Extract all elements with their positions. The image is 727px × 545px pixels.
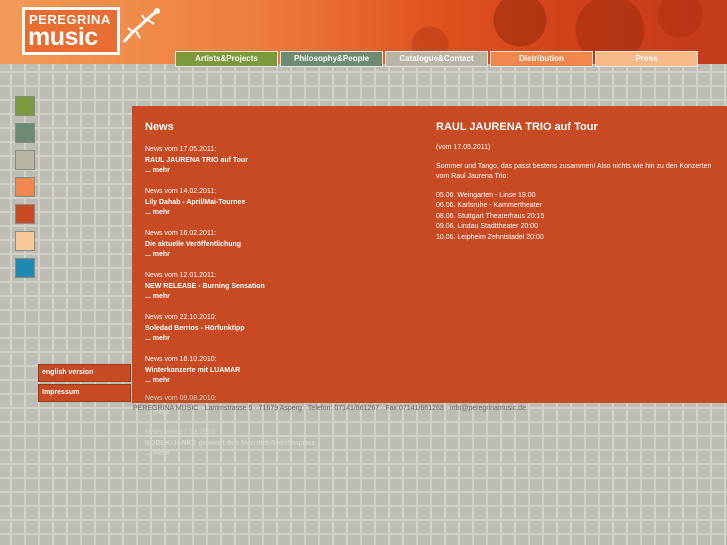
news-title-link[interactable]: Soledad Berrios - Hörfunktipp: [145, 324, 405, 335]
news-overflow: News vom 09.08.2010: ... mehr News vom 1…: [145, 394, 405, 460]
news-title-link[interactable]: Winterkonzerte mit LUAMAR: [145, 366, 405, 377]
swatch-orange[interactable]: [15, 177, 35, 197]
news-date: News vom 17.05.2011:: [145, 146, 217, 153]
news-date: News vom 16.02.2011:: [145, 230, 217, 237]
swatch-grey-green[interactable]: [15, 123, 35, 143]
news-title-link[interactable]: RAUL JAURENA TRIO auf Tour: [145, 156, 405, 167]
english-version-link[interactable]: english version: [38, 364, 131, 382]
tour-date: 09.06. Lindau Stadttheater 20:00: [436, 223, 538, 230]
nav-tab-press[interactable]: Press: [595, 51, 698, 67]
news-item: News vom 16.02.2011: Die aktuelle Veröff…: [145, 229, 405, 271]
news-item: News vom 17.05.2011: RAUL JAURENA TRIO a…: [145, 145, 405, 187]
lizard-icon: [122, 8, 160, 43]
nav-tab-philosophy[interactable]: Philosophy&People: [280, 51, 383, 67]
news-item: News vom 12.01.2011: NEW RELEASE - Burni…: [145, 271, 405, 313]
news-more-link[interactable]: ... mehr: [145, 166, 405, 177]
news-more-link[interactable]: ... mehr: [145, 250, 405, 261]
news-date: News vom 22.10.2010:: [145, 314, 217, 321]
news-heading: News: [145, 121, 174, 133]
news-more-link[interactable]: ... mehr: [145, 376, 405, 387]
news-date: News vom 09.08.2010:: [145, 395, 217, 402]
news-item: News vom 22.10.2010: Soledad Berrios - H…: [145, 313, 405, 355]
news-title-link[interactable]: Lily Dahab - April/Mai-Tournee: [145, 198, 405, 209]
impressum-link[interactable]: Impressum: [38, 384, 131, 402]
swatch-blue[interactable]: [15, 258, 35, 278]
article-intro: Sommer und Tango, das passt bestens zusa…: [436, 162, 712, 181]
swatch-rust[interactable]: [15, 204, 35, 224]
content-panel: News News vom 17.05.2011: RAUL JAURENA T…: [132, 106, 727, 403]
nav-tab-artists[interactable]: Artists&Projects: [175, 51, 278, 67]
news-list: News vom 17.05.2011: RAUL JAURENA TRIO a…: [145, 145, 405, 397]
swatch-peach[interactable]: [15, 231, 35, 251]
side-links: english version Impressum: [38, 364, 131, 404]
tour-date: 05.06. Weingarten - Linse 19:00: [436, 191, 536, 199]
news-more-link[interactable]: ... mehr: [145, 334, 405, 345]
news-date: News vom 12.01.2011:: [145, 272, 217, 279]
news-date: News vom 14.02.2011:: [145, 188, 217, 195]
nav-tab-distribution[interactable]: Distribution: [490, 51, 593, 67]
news-title-link[interactable]: BODEK-JANKE gewinnt den Merritim-Soliste…: [145, 439, 405, 450]
news-more-link[interactable]: ... mehr: [145, 292, 405, 303]
news-date: News vom 17.03.2010:: [145, 429, 217, 436]
news-more-link[interactable]: ... mehr: [145, 208, 405, 219]
tour-date: 08.06. Stuttgart Theaterhaus 20:15: [436, 212, 545, 220]
article: RAUL JAURENA TRIO auf Tour (vom 17.05.20…: [436, 121, 716, 243]
tour-date: 10.06. Leipheim Zehntstadel 20:00: [436, 233, 544, 241]
tour-date: 06.06. Karlsruhe - Kammertheater: [436, 202, 542, 209]
tour-dates: 05.06. Weingarten - Linse 19:00 06.06. K…: [436, 191, 716, 244]
news-column: News News vom 17.05.2011: RAUL JAURENA T…: [145, 121, 405, 397]
logo[interactable]: PEREGRINA music: [22, 7, 120, 55]
swatch-green[interactable]: [15, 96, 35, 116]
logo-bottom-text: music: [28, 23, 98, 51]
article-title: RAUL JAURENA TRIO auf Tour: [436, 121, 598, 133]
news-title-link[interactable]: NEW RELEASE - Burning Sensation: [145, 282, 405, 293]
nav-tab-catalogue[interactable]: Catalogue&Contact: [385, 51, 488, 67]
news-title-link[interactable]: Die aktuelle Veröffentlichung: [145, 240, 405, 251]
news-item: News vom 14.02.2011: Lily Dahab - April/…: [145, 187, 405, 229]
swatch-beige[interactable]: [15, 150, 35, 170]
article-date: (vom 17.05.2011): [436, 144, 491, 151]
footer-address: PEREGRINA MUSIC · Lammstrasse 5 · 71679 …: [133, 405, 526, 412]
news-item: News vom 18.10.2010: Winterkonzerte mit …: [145, 355, 405, 397]
news-more-link[interactable]: ... mehr: [145, 449, 405, 460]
news-date: News vom 18.10.2010:: [145, 356, 217, 363]
